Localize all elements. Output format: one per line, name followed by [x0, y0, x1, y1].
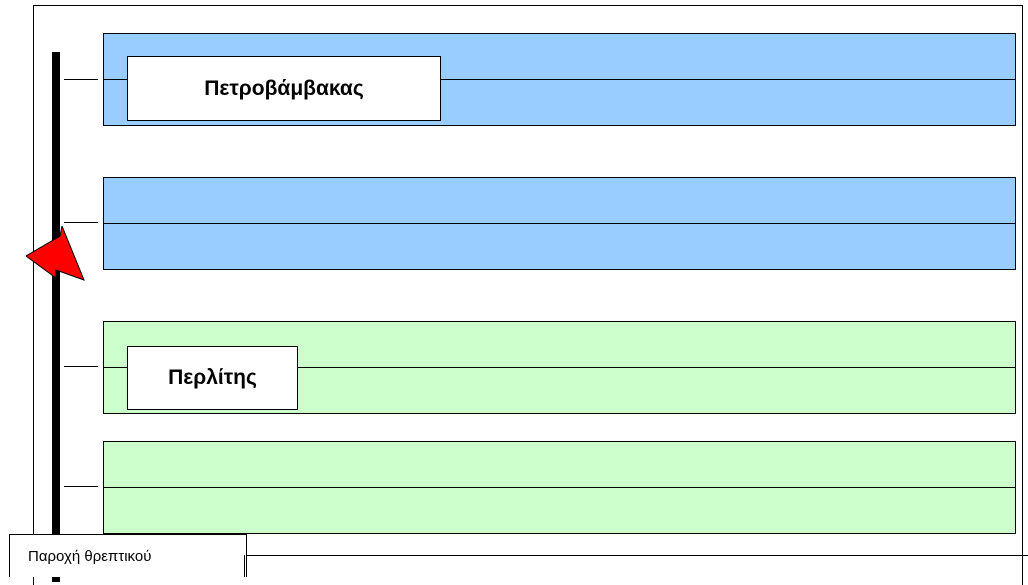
band-rockwool-2	[103, 177, 1016, 270]
band-perlite-2	[103, 441, 1016, 534]
axis-tick	[64, 366, 98, 367]
footer-tick	[244, 555, 245, 577]
band-divider	[104, 223, 1015, 224]
footer-label: Παροχή θρεπτικού	[9, 534, 247, 577]
label-perlite: Περλίτης	[127, 346, 298, 410]
axis-tick	[64, 486, 98, 487]
vertical-axis	[52, 52, 60, 582]
axis-tick	[64, 79, 98, 80]
axis-tick	[64, 222, 98, 223]
red-arrow-icon	[26, 226, 85, 281]
band-divider	[104, 487, 1015, 488]
label-rockwool: Πετροβάμβακας	[127, 56, 441, 121]
footer-line	[247, 555, 1028, 556]
